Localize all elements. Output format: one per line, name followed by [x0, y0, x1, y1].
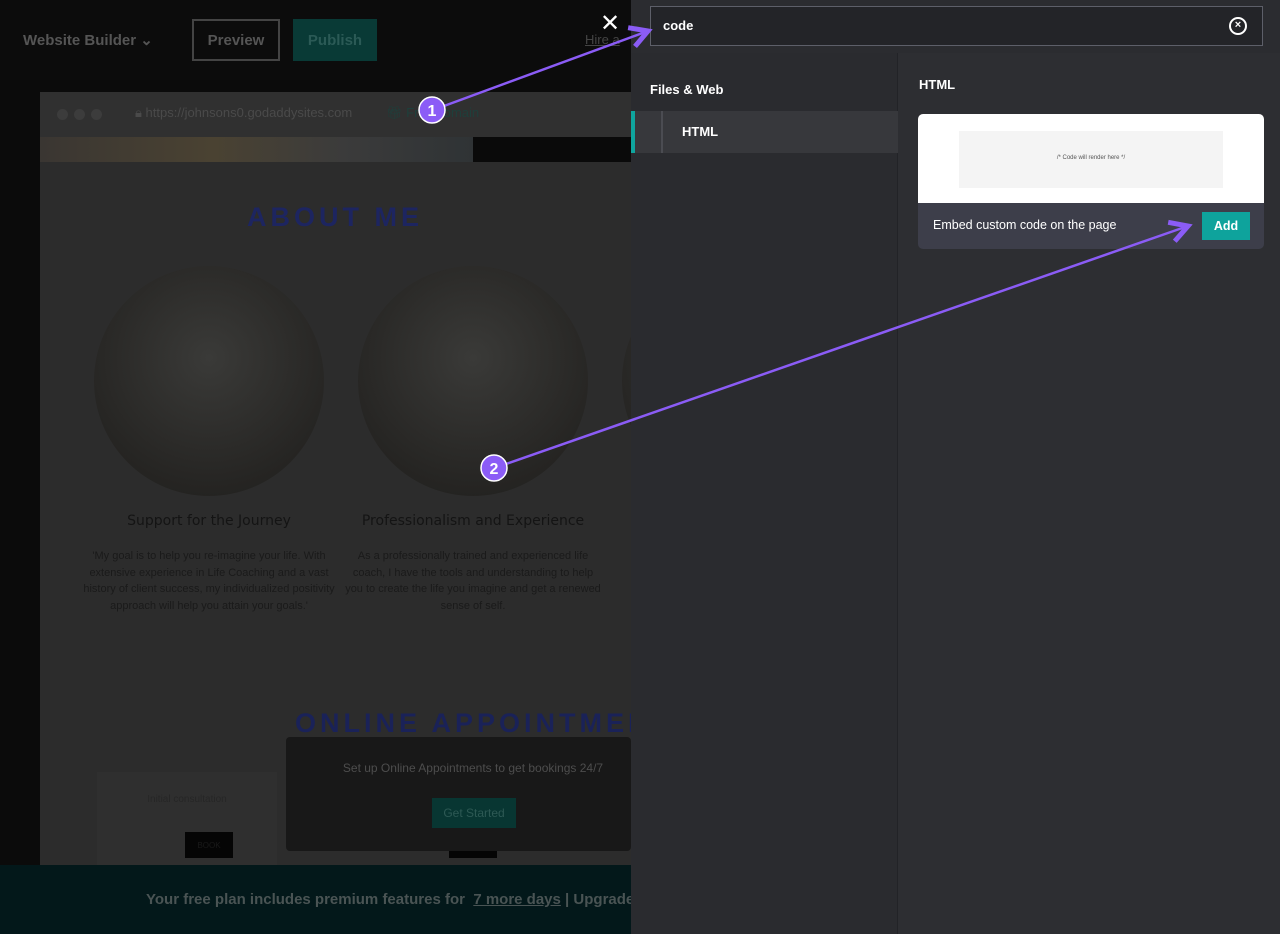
annotation-arrow	[443, 31, 648, 108]
annotation-layer: 1 2	[418, 0, 1280, 482]
annotation-number: 1	[428, 103, 437, 120]
annotation-arrow	[505, 226, 1188, 466]
annotation-number: 2	[490, 461, 499, 478]
